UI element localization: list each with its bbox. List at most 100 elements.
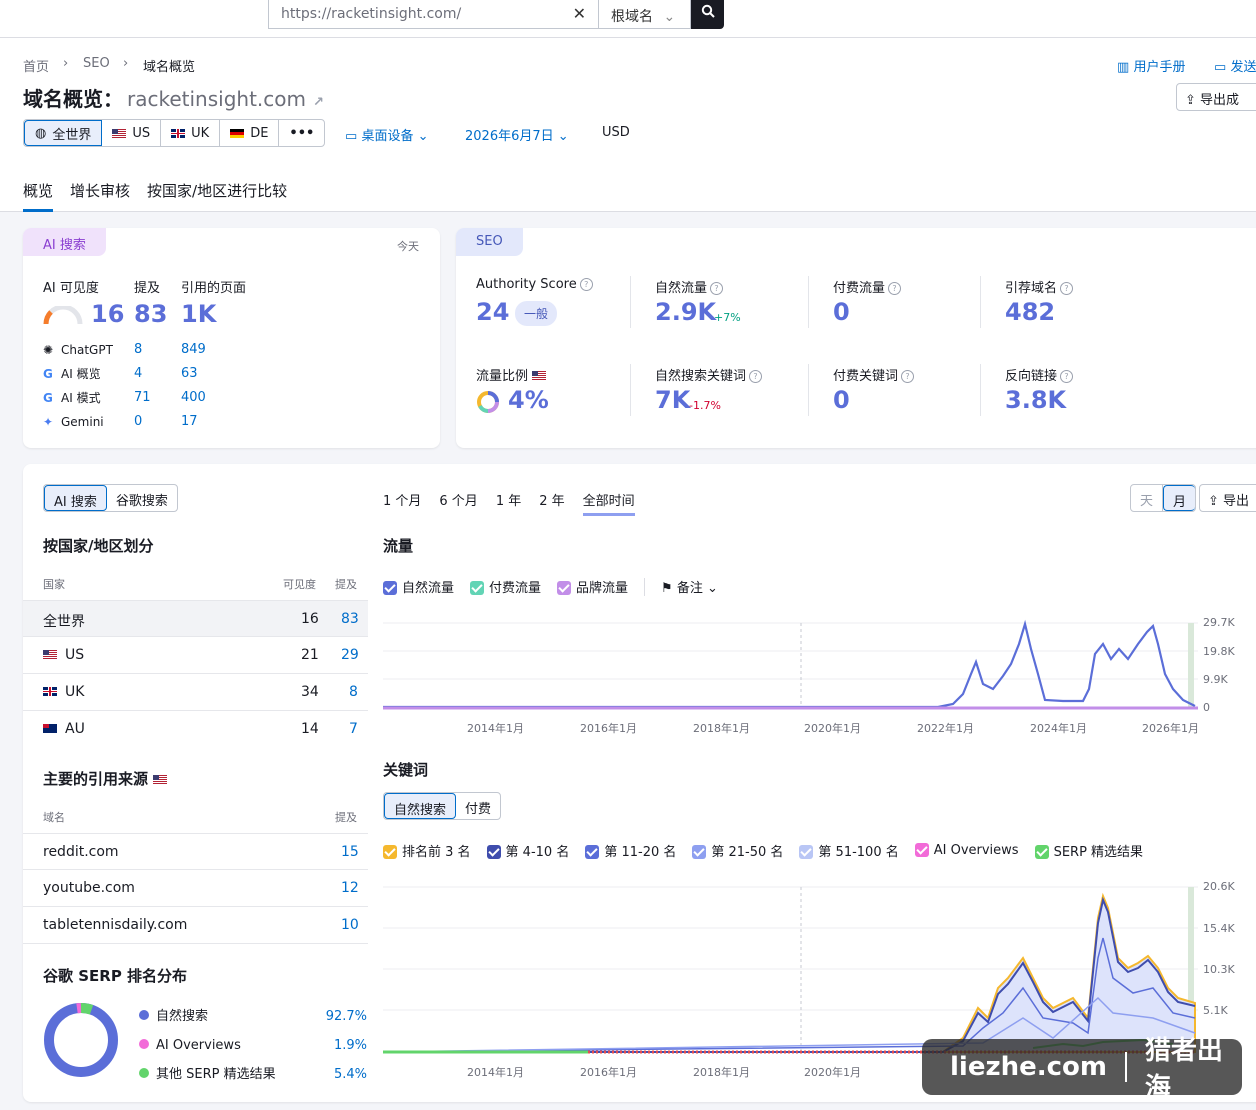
geo-more-button[interactable]: ••• [279, 120, 324, 146]
country-row[interactable]: AU 14 7 [23, 711, 368, 748]
source-mentions[interactable]: 12 [341, 880, 359, 896]
geo-worldwide[interactable]: ◍ 全世界 [24, 120, 103, 146]
device-dropdown[interactable]: ▭ 桌面设备 ⌄ [345, 125, 429, 144]
source-domain[interactable]: reddit.com [43, 844, 119, 860]
info-icon[interactable]: ? [749, 370, 763, 383]
ai-overview-mentions[interactable]: 4 [134, 362, 151, 386]
date-dropdown[interactable]: 2026年6月7日 ⌄ [465, 125, 569, 144]
legend-brand-traffic[interactable]: 品牌流量 [557, 577, 628, 596]
main-tabs: 概览 增长审核 按国家/地区进行比较 [23, 180, 287, 212]
source-row[interactable]: youtube.com 12 [23, 870, 368, 907]
search-button[interactable] [691, 0, 724, 29]
platform-row-gemini: ✦ Gemini [43, 410, 113, 434]
gemini-pages[interactable]: 17 [181, 410, 206, 434]
breadcrumb-seo[interactable]: SEO [83, 56, 110, 71]
toggle-google-search[interactable]: 谷歌搜索 [107, 485, 177, 511]
legend-serp-features[interactable]: SERP 精选结果 [1034, 841, 1143, 860]
info-icon[interactable]: ? [1060, 282, 1074, 295]
organic-keywords-value[interactable]: 7K [655, 386, 690, 414]
keywords-y-tick: 20.6K [1203, 880, 1235, 893]
source-domain[interactable]: youtube.com [43, 880, 135, 896]
paid-keywords-value[interactable]: 0 [833, 386, 850, 414]
external-link-icon[interactable]: ↗ [313, 95, 324, 110]
country-mentions[interactable]: 7 [349, 721, 358, 737]
source-row[interactable]: tabletennisdaily.com 10 [23, 907, 368, 944]
source-mentions[interactable]: 10 [341, 917, 359, 933]
toggle-ai-search[interactable]: AI 搜索 [44, 485, 107, 511]
ai-overview-pages[interactable]: 63 [181, 362, 206, 386]
gemini-mentions[interactable]: 0 [134, 410, 151, 434]
geo-uk[interactable]: UK [161, 120, 221, 146]
info-icon[interactable]: ? [1060, 370, 1074, 383]
chatgpt-mentions[interactable]: 8 [134, 338, 151, 362]
send-feedback-link[interactable]: ▭ 发送 [1214, 56, 1256, 75]
legend-top3[interactable]: 排名前 3 名 [383, 841, 471, 860]
geo-us[interactable]: US [102, 120, 162, 146]
country-row[interactable]: UK 34 8 [23, 674, 368, 711]
range-1m[interactable]: 1 个月 [383, 490, 421, 516]
checkbox-icon [383, 580, 397, 595]
referring-domains-value[interactable]: 482 [1005, 298, 1055, 326]
google-icon: G [43, 391, 53, 405]
organic-traffic-value[interactable]: 2.9K [655, 298, 716, 326]
gran-day[interactable]: 天 [1131, 485, 1164, 511]
paid-traffic-value[interactable]: 0 [833, 298, 850, 326]
divider [980, 276, 981, 328]
legend-ai-overviews[interactable]: AI Overviews [914, 842, 1019, 858]
range-2y[interactable]: 2 年 [539, 490, 564, 516]
backlinks-value[interactable]: 3.8K [1005, 386, 1066, 414]
keywords-y-tick: 10.3K [1203, 963, 1235, 976]
legend-organic-traffic[interactable]: 自然流量 [383, 577, 454, 596]
gran-month[interactable]: 月 [1163, 485, 1196, 511]
country-mentions[interactable]: 29 [341, 647, 359, 663]
flag-icon: ⚑ [661, 581, 673, 596]
legend-paid-traffic[interactable]: 付费流量 [470, 577, 541, 596]
page-header: 首页 › SEO › 域名概览 ▥ 用户手册 ▭ 发送 ⇪ 导出成 域名概览： r… [0, 38, 1256, 212]
legend-4-10[interactable]: 第 4-10 名 [486, 841, 569, 860]
legend-51-100[interactable]: 第 51-100 名 [799, 841, 899, 860]
source-mentions[interactable]: 15 [341, 844, 359, 860]
country-name: 全世界 [43, 614, 85, 630]
legend-11-20[interactable]: 第 11-20 名 [585, 841, 676, 860]
range-all[interactable]: 全部时间 [582, 490, 635, 516]
source-row[interactable]: reddit.com 15 [23, 833, 368, 870]
country-mentions[interactable]: 83 [341, 611, 359, 627]
tab-compare-countries[interactable]: 按国家/地区进行比较 [147, 180, 287, 212]
breadcrumb-home[interactable]: 首页 [23, 56, 49, 75]
mentions-value[interactable]: 83 [134, 300, 167, 328]
cited-pages-value[interactable]: 1K [181, 300, 216, 328]
country-row[interactable]: US 21 29 [23, 637, 368, 674]
backlinks-label: 反向链接? [1005, 365, 1074, 384]
scope-select[interactable]: 根域名 ⌄ [599, 0, 691, 29]
info-icon[interactable]: ? [710, 282, 724, 295]
geo-de[interactable]: DE [220, 120, 280, 146]
info-icon[interactable]: ? [901, 370, 915, 383]
divider [630, 276, 631, 328]
referring-domains-label: 引荐域名? [1005, 277, 1074, 296]
toggle-organic[interactable]: 自然搜索 [384, 793, 457, 819]
range-6m[interactable]: 6 个月 [439, 490, 477, 516]
source-domain[interactable]: tabletennisdaily.com [43, 917, 187, 933]
ai-mode-mentions[interactable]: 71 [134, 386, 151, 410]
country-mentions[interactable]: 8 [349, 684, 358, 700]
export-pdf-button[interactable]: ⇪ 导出成 [1176, 83, 1256, 111]
toggle-paid[interactable]: 付费 [456, 793, 500, 819]
tab-growth-audit[interactable]: 增长审核 [70, 180, 130, 212]
tab-overview[interactable]: 概览 [23, 180, 54, 212]
user-manual-link[interactable]: ▥ 用户手册 [1117, 56, 1185, 75]
chatgpt-pages[interactable]: 849 [181, 338, 206, 362]
info-icon[interactable]: ? [579, 278, 593, 291]
notes-dropdown[interactable]: ⚑ 备注 ⌄ [661, 577, 718, 596]
country-row[interactable]: 全世界 16 83 [23, 600, 368, 637]
range-1y[interactable]: 1 年 [496, 490, 521, 516]
legend-21-50[interactable]: 第 21-50 名 [692, 841, 783, 860]
granularity-toggle: 天 月 [1130, 484, 1197, 512]
export-chart-button[interactable]: ⇪ 导出 [1199, 484, 1256, 512]
ai-mode-pages[interactable]: 400 [181, 386, 206, 410]
top-bar: https://racketinsight.com/✕ 根域名 ⌄ [0, 0, 1256, 38]
info-icon[interactable]: ? [888, 282, 902, 295]
checkbox-icon [585, 844, 600, 859]
domain-search-input[interactable]: https://racketinsight.com/✕ [268, 0, 599, 29]
checkbox-icon [1034, 844, 1049, 859]
clear-icon[interactable]: ✕ [573, 4, 586, 23]
